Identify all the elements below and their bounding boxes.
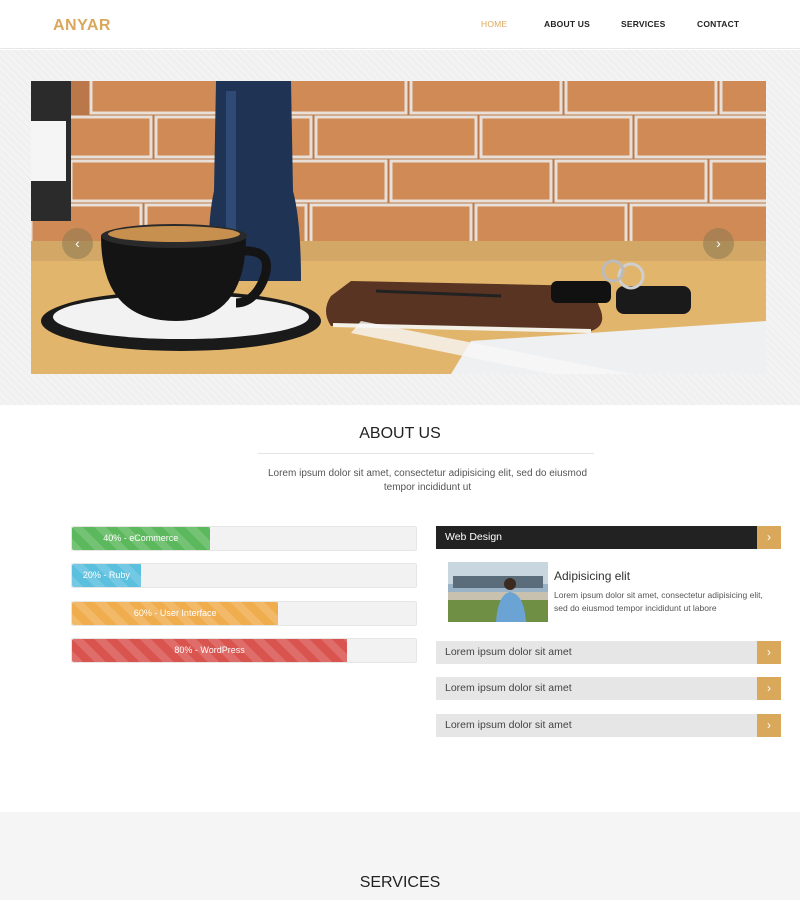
- accordion-item-web-design[interactable]: Web Design ›: [436, 526, 781, 549]
- accordion-item[interactable]: Lorem ipsum dolor sit amet ›: [436, 641, 781, 664]
- nav-about-us[interactable]: ABOUT US: [544, 19, 590, 29]
- skill-fill: 80% - WordPress: [72, 639, 348, 662]
- skill-bar-user-interface: 60% - User Interface: [71, 601, 417, 626]
- slider-prev-button[interactable]: ‹: [62, 228, 93, 259]
- site-header: ANYAR HOME ABOUT US SERVICES CONTACT: [0, 0, 800, 49]
- accordion-title: Lorem ipsum dolor sit amet: [445, 719, 572, 731]
- skill-bar-ruby: 20% - Ruby: [71, 563, 417, 588]
- skill-bar-ecommerce: 40% - eCommerce: [71, 526, 417, 551]
- chevron-right-icon[interactable]: ›: [757, 714, 781, 737]
- chevron-right-icon[interactable]: ›: [757, 526, 781, 549]
- skill-fill: 20% - Ruby: [72, 564, 141, 587]
- chevron-left-icon: ‹: [75, 235, 80, 251]
- nav-home[interactable]: HOME: [481, 19, 507, 29]
- chevron-right-icon: ›: [716, 235, 721, 251]
- chevron-right-icon[interactable]: ›: [757, 677, 781, 700]
- accordion-item[interactable]: Lorem ipsum dolor sit amet ›: [436, 677, 781, 700]
- accordion-thumbnail: [448, 562, 548, 622]
- site-logo[interactable]: ANYAR: [53, 17, 111, 35]
- about-divider: [258, 453, 594, 454]
- about-title: ABOUT US: [359, 425, 441, 442]
- about-description: Lorem ipsum dolor sit amet, consectetur …: [267, 468, 588, 493]
- accordion-body-title: Adipisicing elit: [554, 569, 631, 583]
- nav-contact[interactable]: CONTACT: [697, 19, 739, 29]
- accordion-title: Lorem ipsum dolor sit amet: [445, 682, 572, 694]
- skill-fill: 40% - eCommerce: [72, 527, 210, 550]
- accordion-title: Web Design: [445, 531, 503, 543]
- chevron-right-icon[interactable]: ›: [757, 641, 781, 664]
- slider-next-button[interactable]: ›: [703, 228, 734, 259]
- skill-bar-wordpress: 80% - WordPress: [71, 638, 417, 663]
- accordion-title: Lorem ipsum dolor sit amet: [445, 646, 572, 658]
- nav-services[interactable]: SERVICES: [621, 19, 665, 29]
- services-title: SERVICES: [359, 874, 441, 891]
- accordion-body-text: Lorem ipsum dolor sit amet, consectetur …: [554, 590, 763, 613]
- hero-slide-image: [31, 81, 766, 374]
- accordion-item[interactable]: Lorem ipsum dolor sit amet ›: [436, 714, 781, 737]
- skill-fill: 60% - User Interface: [72, 602, 279, 625]
